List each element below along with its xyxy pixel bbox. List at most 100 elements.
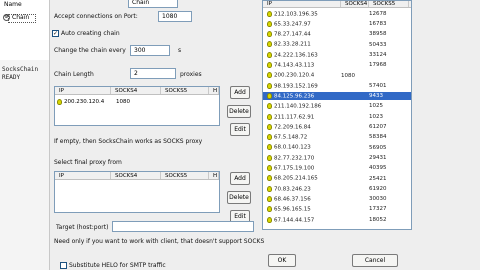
proxy-row[interactable]: 211.117.62.91 1023 [263, 113, 411, 121]
cell-ip: 211.117.62.91 [263, 113, 341, 120]
chain-add-button[interactable]: Add [230, 86, 250, 99]
proxy-row[interactable]: 84.125.96.236 9433 [263, 92, 411, 100]
proxy-row[interactable]: 98.193.152.169 57401 [263, 82, 411, 90]
proxy-row[interactable]: 65.96.165.15 17327 [263, 206, 411, 214]
chain-length-field[interactable]: 2 [130, 68, 176, 79]
ip-text: 70.83.246.23 [274, 186, 311, 193]
final-proxy-grid[interactable]: IP SOCKS4 SOCKS5 H [54, 171, 220, 213]
cell-ip: 65.96.165.15 [263, 206, 341, 213]
proxy-row[interactable]: 68.0.140.123 56905 [263, 144, 411, 152]
proxy-row[interactable]: 68.46.37.156 30030 [263, 195, 411, 203]
target-label: Target (host:port) [56, 224, 109, 231]
ok-button[interactable]: OK [268, 254, 296, 267]
final-add-button[interactable]: Add [230, 172, 250, 185]
chain-name-field[interactable]: Chain [128, 0, 178, 8]
cell-socks5: 18052 [369, 216, 387, 223]
proxy-row[interactable]: 72.209.16.84 61207 [263, 123, 411, 131]
proxy-row[interactable]: 200.230.120.4 1080 [263, 72, 411, 80]
cell-socks5: 29431 [369, 154, 387, 161]
cell-ip: 70.83.246.23 [263, 185, 341, 193]
proxy-row[interactable]: 212.103.196.35 12678 [263, 10, 411, 18]
column-header[interactable]: IP [263, 1, 341, 7]
bulb-icon [267, 113, 272, 120]
cell-socks4: 1080 [341, 72, 355, 79]
column-header[interactable]: SOCKS5 [369, 1, 409, 7]
proxy-row[interactable]: 67.5.148.72 58384 [263, 134, 411, 142]
column-header[interactable]: IP [55, 172, 111, 179]
auto-chain-checkbox[interactable]: ✓ [52, 30, 59, 37]
cell-ip: 200.230.120.4 [64, 99, 105, 105]
port-field[interactable]: 1080 [158, 11, 192, 22]
cell-socks5: 40395 [369, 165, 387, 172]
final-delete-button[interactable]: Delete [227, 191, 251, 204]
chain-node-icon: ⚙ [3, 14, 10, 21]
chain-length-label: Chain Length [54, 71, 94, 78]
change-unit: s [178, 47, 182, 54]
proxy-row[interactable]: 24.222.136.163 33124 [263, 51, 411, 59]
cell-ip: 84.125.96.236 [263, 92, 341, 100]
cell-ip: 68.0.140.123 [263, 144, 341, 151]
ip-text: 65.33.247.97 [274, 21, 311, 28]
column-header[interactable]: H [209, 172, 219, 179]
ip-text: 72.209.16.84 [274, 124, 311, 131]
cell-ip: 67.175.19.100 [263, 165, 341, 172]
proxy-row[interactable]: 70.83.246.23 61920 [263, 185, 411, 193]
cell-socks5: 61207 [369, 124, 387, 131]
chain-proxy-grid[interactable]: IP SOCKS4 SOCKS5 H 200.230.120.4 1080 [54, 86, 220, 126]
column-header[interactable]: H [209, 87, 219, 94]
proxy-row[interactable]: 67.175.19.100 40395 [263, 165, 411, 173]
ip-text: 24.222.136.163 [274, 52, 318, 59]
ip-text: 67.175.19.100 [274, 165, 315, 172]
column-header[interactable]: SOCKS4 [341, 1, 369, 7]
substitute-helo-checkbox[interactable] [60, 262, 67, 269]
proxy-row[interactable]: 82.77.232.170 29431 [263, 154, 411, 162]
substitute-helo-row[interactable]: Substitute HELO for SMTP traffic [60, 262, 166, 269]
change-interval-field[interactable]: 300 [130, 45, 170, 56]
ip-text: 74.143.43.113 [274, 62, 315, 69]
auto-chain-row[interactable]: ✓ Auto creating chain [52, 30, 120, 37]
bulb-icon [267, 20, 272, 27]
bulb-icon [267, 216, 272, 223]
bulb-icon [267, 195, 272, 202]
ip-text: 211.117.62.91 [274, 114, 315, 120]
column-header[interactable]: SOCKS5 [161, 172, 209, 179]
proxy-row[interactable]: 68.205.214.165 25421 [263, 175, 411, 183]
chain-delete-button[interactable]: Delete [227, 105, 251, 118]
proxy-row[interactable]: 67.144.44.157 18052 [263, 216, 411, 224]
proxy-row[interactable]: 74.143.43.113 17968 [263, 62, 411, 70]
chain-dialog: Chain Accept connections on Port: 1080 ✓… [50, 0, 480, 270]
column-header[interactable]: SOCKS4 [111, 172, 161, 179]
cancel-button[interactable]: Cancel [352, 254, 398, 267]
table-row[interactable]: 200.230.120.4 1080 [57, 98, 217, 106]
ip-text: 68.205.214.165 [274, 175, 318, 182]
cell-socks5: 61920 [369, 185, 387, 192]
ip-text: 65.96.165.15 [274, 206, 311, 213]
cell-socks5: 56905 [369, 144, 387, 151]
cell-socks5: 1025 [369, 103, 383, 110]
ip-text: 82.33.28.211 [274, 41, 311, 48]
bulb-icon [267, 62, 272, 68]
bulb-icon [267, 41, 272, 48]
proxy-row[interactable]: 211.140.192.186 1025 [263, 103, 411, 111]
cell-ip: 82.77.232.170 [263, 154, 341, 161]
proxy-row[interactable]: 65.33.247.97 16783 [263, 20, 411, 28]
ip-text: 98.193.152.169 [274, 83, 318, 90]
column-header[interactable]: IP [55, 87, 111, 94]
proxy-list[interactable]: IP SOCKS4 SOCKS5 212.103.196.35 12678 65.3… [262, 0, 412, 230]
ip-text: 68.46.37.156 [274, 196, 311, 203]
proxy-row[interactable]: 82.33.28.211 50433 [263, 41, 411, 49]
ip-text: 84.125.96.236 [274, 93, 315, 100]
column-header[interactable]: SOCKS4 [111, 87, 161, 94]
ip-text: 67.144.44.157 [274, 217, 315, 223]
column-header[interactable]: SOCKS5 [161, 87, 209, 94]
empty-note: If empty, then SocksChain works as SOCKS… [54, 138, 203, 145]
bulb-icon [267, 51, 272, 58]
cell-socks5: 17327 [369, 206, 387, 213]
proxy-row[interactable]: 78.27.147.44 38958 [263, 31, 411, 39]
need-note: Need only if you want to work with clien… [54, 238, 265, 245]
bulb-icon [267, 206, 272, 213]
cell-socks5: 50433 [369, 41, 387, 48]
cell-socks5: 58384 [369, 134, 387, 141]
chain-edit-button[interactable]: Edit [230, 123, 250, 136]
target-field[interactable] [112, 221, 254, 232]
